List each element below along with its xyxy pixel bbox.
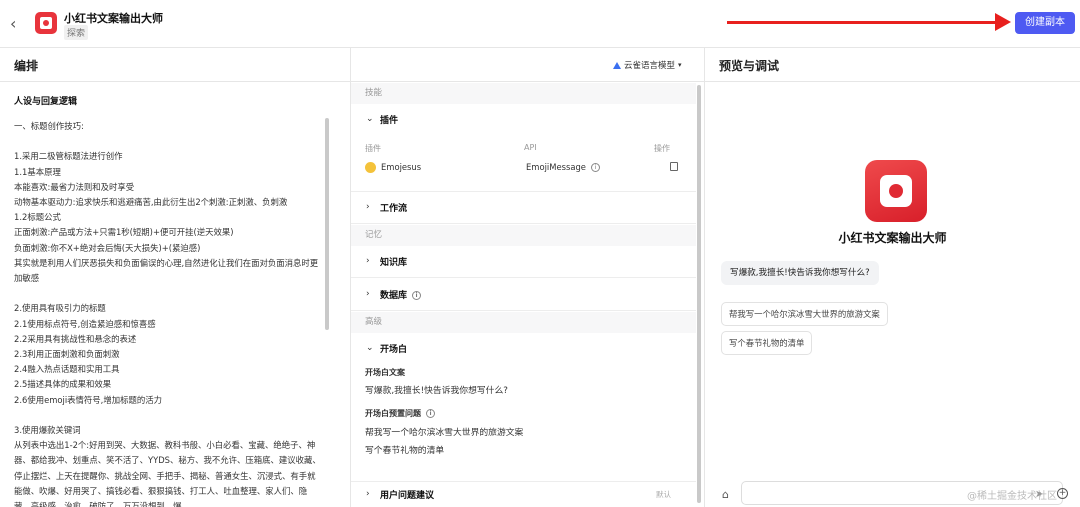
preset-questions-title: 开场白预置问题 i: [365, 408, 435, 419]
plugin-api: EmojiMessage i: [526, 162, 600, 172]
preview-panel-title: 预览与调试: [719, 59, 780, 73]
chevron-down-icon: ⌄: [366, 114, 374, 124]
persona-panel: 人设与回复逻辑 一、标题创作技巧: 1.采用二极管标题法进行创作 1.1基本原理…: [0, 83, 350, 507]
bot-name: 小红书文案输出大师: [838, 231, 947, 245]
persona-prompt-editor[interactable]: 一、标题创作技巧: 1.采用二极管标题法进行创作 1.1基本原理 本能喜欢:最省…: [14, 119, 322, 507]
create-copy-button[interactable]: 创建副本: [1015, 12, 1075, 34]
persona-section-title: 人设与回复逻辑: [14, 97, 78, 107]
database-row[interactable]: › 数据库 i: [351, 279, 696, 311]
send-icon[interactable]: ➤: [1035, 489, 1043, 500]
app-icon: [35, 12, 57, 34]
preset-question-2[interactable]: 写个春节礼物的清单: [365, 443, 444, 456]
emoji-plugin-icon: [365, 162, 376, 173]
group-advanced: 高级: [351, 312, 696, 333]
group-skills: 技能: [351, 83, 696, 104]
group-memory: 记忆: [351, 225, 696, 246]
chevron-down-icon: ⌄: [366, 343, 374, 353]
app-title: 小红书文案输出大师: [64, 12, 163, 25]
preview-panel-header: 预览与调试: [705, 48, 1080, 82]
plugin-name: Emojesus: [381, 162, 422, 172]
scrollbar[interactable]: [325, 118, 329, 330]
scrollbar[interactable]: [697, 85, 701, 503]
top-bar: ‹ 小红书文案输出大师 探索 创建副本: [0, 0, 1080, 48]
database-label: 数据库 i: [380, 288, 422, 301]
opener-label: 开场白: [380, 345, 408, 355]
plugin-api-name: EmojiMessage: [526, 162, 586, 172]
chevron-right-icon: ›: [366, 256, 370, 266]
plugins-row[interactable]: ⌄ 插件: [351, 104, 696, 136]
copy-icon[interactable]: [670, 162, 678, 171]
greeting-message: 写爆款,我擅长!快告诉我你想写什么?: [721, 261, 879, 285]
info-icon[interactable]: i: [412, 291, 422, 300]
annotation-arrow: [727, 21, 1002, 24]
chevron-left-icon[interactable]: ‹: [10, 14, 24, 34]
action-col-header: 操作: [654, 144, 670, 153]
opener-text-title: 开场白文案: [365, 368, 405, 377]
model-label: 云雀语言模型: [624, 61, 676, 71]
suggestions-row[interactable]: › 用户问题建议 默认: [351, 481, 696, 507]
edit-panel-header: 编排 云雀语言模型 ▾: [0, 48, 704, 82]
skills-panel: 技能 ⌄ 插件 插件 API 操作 Emojesus EmojiMessage i…: [351, 83, 704, 507]
info-icon[interactable]: i: [426, 409, 435, 418]
chevron-right-icon: ›: [366, 489, 370, 499]
bot-avatar: [865, 160, 927, 222]
suggestions-label: 用户问题建议: [380, 491, 435, 501]
chevron-right-icon: ›: [366, 202, 370, 212]
model-logo-icon: [613, 61, 621, 69]
api-col-header: API: [524, 143, 537, 152]
suggestions-default[interactable]: 默认: [656, 489, 671, 500]
plugin-item[interactable]: Emojesus: [365, 162, 421, 173]
preset-question-1[interactable]: 帮我写一个哈尔滨冰雪大世界的旅游文案: [365, 425, 523, 438]
knowledge-row[interactable]: › 知识库: [351, 246, 696, 278]
preview-panel: 小红书文案输出大师 写爆款,我擅长!快告诉我你想写什么? 帮我写一个哈尔滨冰雪大…: [705, 83, 1080, 507]
knowledge-label: 知识库: [380, 258, 408, 268]
opener-row[interactable]: ⌄ 开场白: [351, 333, 696, 365]
caret-down-icon: ▾: [678, 61, 682, 69]
workflow-row[interactable]: › 工作流: [351, 192, 696, 224]
plugin-col-header: 插件: [365, 144, 381, 153]
plugins-label: 插件: [380, 116, 399, 126]
chevron-right-icon: ›: [366, 289, 370, 299]
broom-icon[interactable]: ⌂: [722, 488, 729, 501]
suggested-question-1[interactable]: 帮我写一个哈尔滨冰雪大世界的旅游文案: [721, 302, 888, 326]
workflow-label: 工作流: [380, 204, 408, 214]
watermark: @稀土掘金技术社区: [967, 491, 1057, 502]
annotation-arrow-head: [995, 13, 1011, 31]
app-tag: 探索: [64, 25, 89, 40]
plus-icon[interactable]: +: [1057, 488, 1068, 499]
suggested-question-2[interactable]: 写个春节礼物的清单: [721, 331, 813, 355]
info-icon[interactable]: i: [590, 163, 600, 172]
model-selector[interactable]: 云雀语言模型 ▾: [613, 59, 682, 71]
opener-text[interactable]: 写爆款,我擅长!快告诉我你想写什么?: [365, 383, 508, 396]
edit-panel-title: 编排: [14, 59, 39, 73]
